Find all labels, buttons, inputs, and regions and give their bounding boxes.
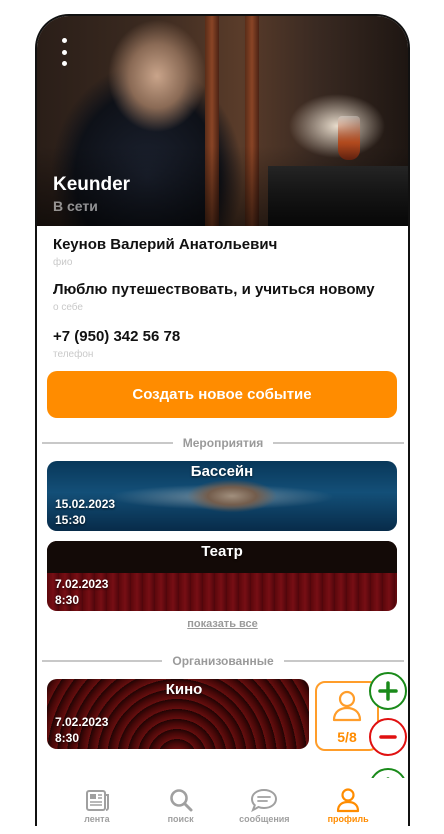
event-date: 15.02.2023 bbox=[55, 497, 116, 511]
show-all-link[interactable]: показать все bbox=[37, 618, 408, 630]
field-full-name: Кеунов Валерий Анатольевич фио bbox=[53, 236, 277, 268]
tab-label: поиск bbox=[167, 814, 194, 824]
participants-count: 5/8 bbox=[337, 729, 357, 745]
participant-icon bbox=[332, 690, 362, 722]
bottom-tab-bar: лента поиск сообщения профиль bbox=[37, 778, 408, 826]
about-value: Люблю путешествовать, и учиться новому bbox=[53, 281, 375, 298]
full-name-label: фио bbox=[53, 257, 73, 268]
tab-label: лента bbox=[84, 814, 110, 824]
phone-label: телефон bbox=[53, 349, 94, 360]
event-card-theatre[interactable]: Театр 7.02.2023 8:30 bbox=[47, 541, 397, 611]
events-section-title: Мероприятия bbox=[182, 436, 264, 450]
profile-icon bbox=[337, 788, 360, 813]
minus-icon bbox=[379, 735, 397, 739]
organized-card-cinema[interactable]: Кино 7.02.2023 8:30 bbox=[47, 679, 309, 749]
tab-search[interactable]: поиск bbox=[146, 787, 216, 824]
event-title: Театр bbox=[201, 543, 243, 560]
add-participant-button[interactable] bbox=[369, 672, 407, 710]
tab-messages[interactable]: сообщения bbox=[229, 787, 299, 824]
events-divider: Мероприятия bbox=[42, 436, 405, 450]
event-date: 7.02.2023 bbox=[55, 715, 109, 729]
tab-label: профиль bbox=[327, 814, 369, 824]
tab-feed[interactable]: лента bbox=[62, 787, 132, 824]
divider-line bbox=[283, 660, 404, 662]
organized-divider: Организованные bbox=[42, 654, 404, 668]
event-time: 8:30 bbox=[55, 731, 80, 745]
profile-nickname: Keunder bbox=[53, 174, 131, 195]
tab-profile[interactable]: профиль bbox=[313, 787, 383, 824]
plus-icon bbox=[378, 681, 398, 701]
field-phone: +7 (950) 342 56 78 телефон bbox=[53, 328, 180, 360]
create-event-button[interactable]: Создать новое событие bbox=[47, 371, 397, 418]
full-name-value: Кеунов Валерий Анатольевич bbox=[53, 236, 278, 253]
phone-frame: Keunder В сети Кеунов Валерий Анатольеви… bbox=[35, 14, 410, 826]
search-icon bbox=[169, 789, 193, 812]
profile-cover-photo: Keunder В сети bbox=[37, 16, 408, 226]
divider-line bbox=[273, 442, 405, 444]
organized-section-title: Организованные bbox=[172, 654, 274, 668]
event-time: 15:30 bbox=[55, 513, 86, 527]
divider-line bbox=[42, 442, 173, 444]
field-about: Люблю путешествовать, и учиться новому о… bbox=[53, 281, 375, 313]
remove-participant-button[interactable] bbox=[369, 718, 407, 756]
event-card-pool[interactable]: Бассейн 15.02.2023 15:30 bbox=[47, 461, 397, 531]
event-title: Бассейн bbox=[190, 463, 254, 480]
news-icon bbox=[85, 790, 109, 811]
tab-label: сообщения bbox=[239, 814, 290, 824]
event-title: Кино bbox=[165, 681, 203, 698]
event-time: 8:30 bbox=[55, 593, 80, 607]
about-label: о себе bbox=[53, 302, 83, 313]
more-menu-icon[interactable] bbox=[57, 38, 71, 66]
phone-value: +7 (950) 342 56 78 bbox=[53, 328, 181, 345]
online-status: В сети bbox=[53, 198, 98, 214]
divider-line bbox=[42, 660, 163, 662]
event-date: 7.02.2023 bbox=[55, 577, 109, 591]
chat-icon bbox=[251, 788, 278, 813]
